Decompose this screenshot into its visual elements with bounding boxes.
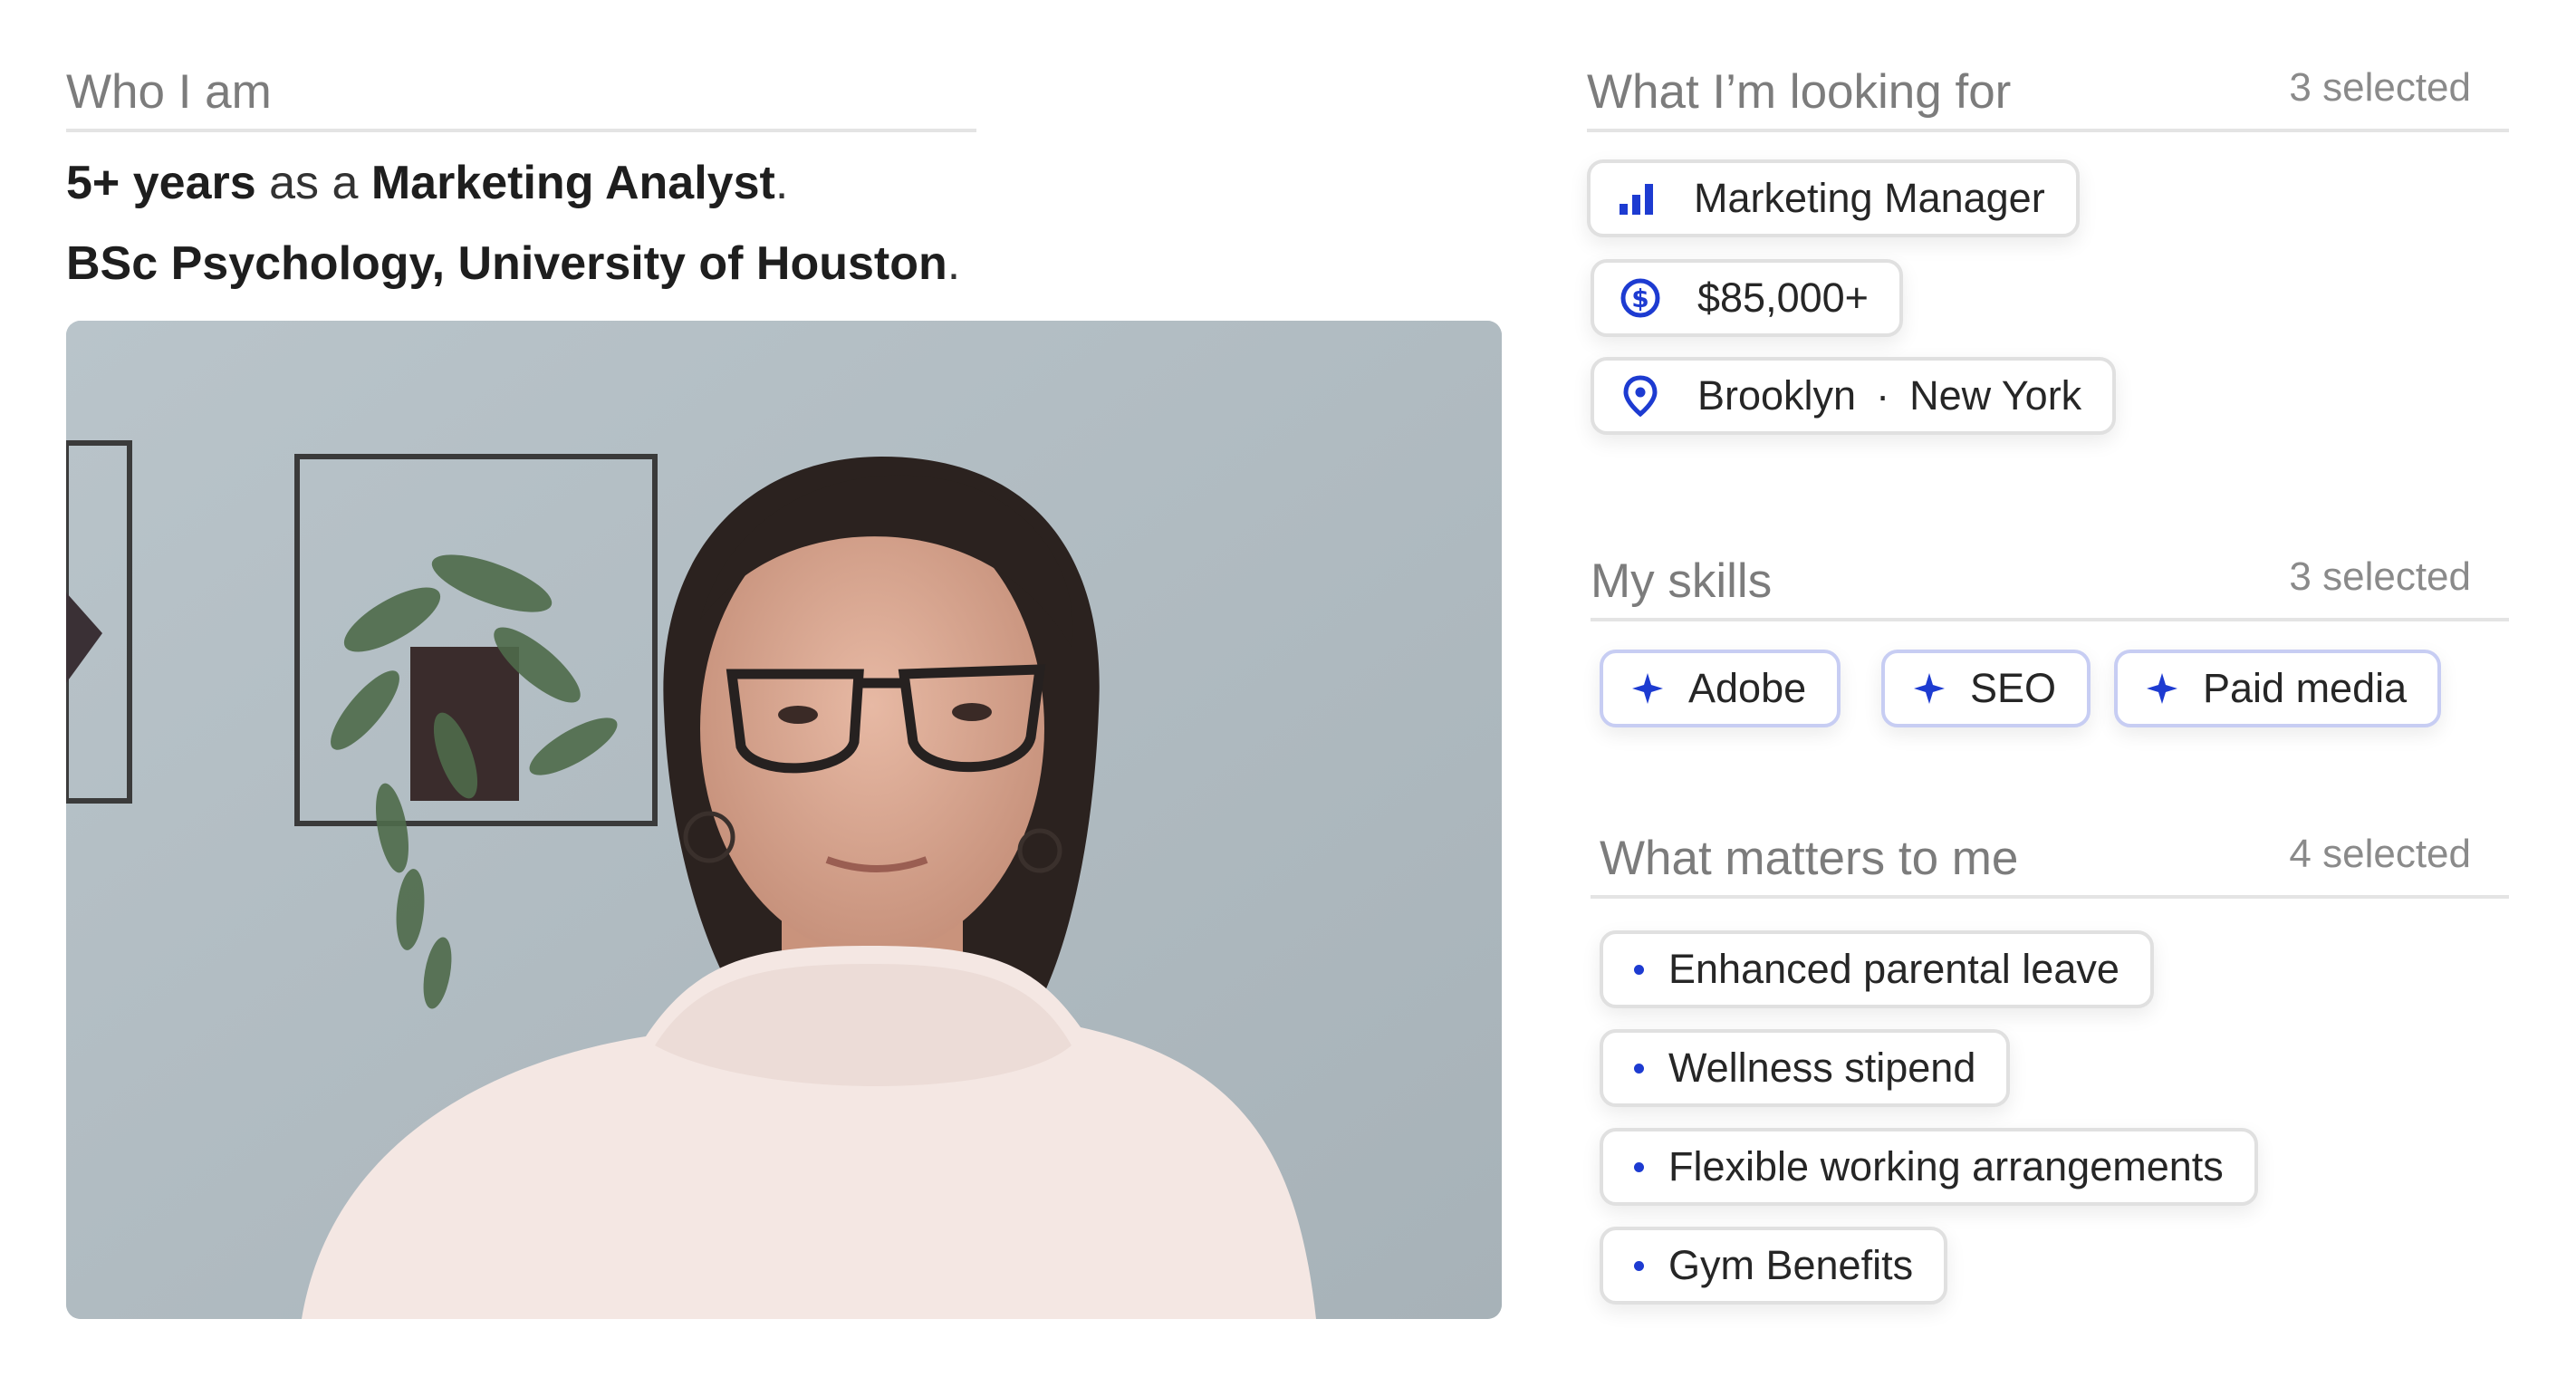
- skills-header: My skills 3 selected: [1591, 544, 2509, 621]
- bullet-dot-icon: [1630, 948, 1647, 990]
- dollar-coin-icon: $: [1620, 277, 1661, 319]
- skill-chip-label: Adobe: [1688, 665, 1807, 711]
- value-chip-label: Wellness stipend: [1668, 1045, 1976, 1091]
- looking-for-title: What I’m looking for: [1587, 65, 2012, 119]
- bullet-dot-icon: [1630, 1245, 1647, 1286]
- education-degree: BSc Psychology, University of Houston: [66, 237, 947, 290]
- skills-title: My skills: [1591, 554, 1773, 608]
- values-count: 4 selected: [2289, 832, 2471, 876]
- profile-photo: [66, 321, 1502, 1319]
- skill-chip-adobe[interactable]: Adobe: [1600, 650, 1841, 727]
- experience-role: Marketing Analyst: [370, 157, 775, 209]
- location-separator: ·: [1876, 372, 1890, 419]
- salary-chip-label: $85,000+: [1697, 274, 1869, 321]
- role-chip-label: Marketing Manager: [1694, 175, 2045, 221]
- education-period: .: [947, 237, 961, 290]
- location-state: New York: [1909, 372, 2082, 419]
- value-chip[interactable]: Gym Benefits: [1600, 1227, 1948, 1305]
- looking-for-count: 3 selected: [2289, 65, 2471, 110]
- experience-line: 5+ years as a Marketing Analyst.: [66, 156, 788, 210]
- value-chip[interactable]: Flexible working arrangements: [1600, 1128, 2258, 1206]
- value-chip-label: Gym Benefits: [1668, 1242, 1914, 1288]
- bar-chart-icon: [1616, 178, 1658, 219]
- svg-text:$: $: [1631, 284, 1648, 313]
- skill-chip-label: SEO: [1970, 665, 2057, 711]
- value-chip[interactable]: Wellness stipend: [1600, 1029, 2011, 1107]
- skill-chip-label: Paid media: [2203, 665, 2408, 711]
- bullet-dot-icon: [1630, 1047, 1647, 1089]
- location-city: Brooklyn: [1697, 372, 1857, 419]
- skill-chip-paid-media[interactable]: Paid media: [2114, 650, 2442, 727]
- who-i-am-title: Who I am: [66, 65, 272, 119]
- skill-chip-seo[interactable]: SEO: [1881, 650, 2091, 727]
- value-chip-label: Flexible working arrangements: [1668, 1143, 2224, 1189]
- location-chip[interactable]: Brooklyn · New York: [1591, 357, 2117, 435]
- role-chip[interactable]: Marketing Manager: [1587, 159, 2080, 237]
- map-pin-icon: [1620, 375, 1661, 417]
- values-title: What matters to me: [1600, 832, 2019, 885]
- skills-count: 3 selected: [2289, 554, 2471, 599]
- bullet-dot-icon: [1630, 1146, 1647, 1188]
- experience-years: 5+ years: [66, 157, 256, 209]
- experience-connector: as a: [269, 157, 359, 209]
- value-chip-label: Enhanced parental leave: [1668, 946, 2119, 992]
- looking-for-header: What I’m looking for 3 selected: [1587, 54, 2509, 132]
- sparkle-icon: [1627, 668, 1668, 709]
- values-header: What matters to me 4 selected: [1591, 821, 2509, 899]
- sparkle-icon: [2141, 668, 2183, 709]
- value-chip[interactable]: Enhanced parental leave: [1600, 930, 2154, 1008]
- sparkle-icon: [1908, 668, 1950, 709]
- who-i-am-header: Who I am: [66, 54, 976, 132]
- experience-period: .: [774, 157, 789, 209]
- education-line: BSc Psychology, University of Houston.: [66, 236, 960, 291]
- salary-chip[interactable]: $ $85,000+: [1591, 259, 1903, 337]
